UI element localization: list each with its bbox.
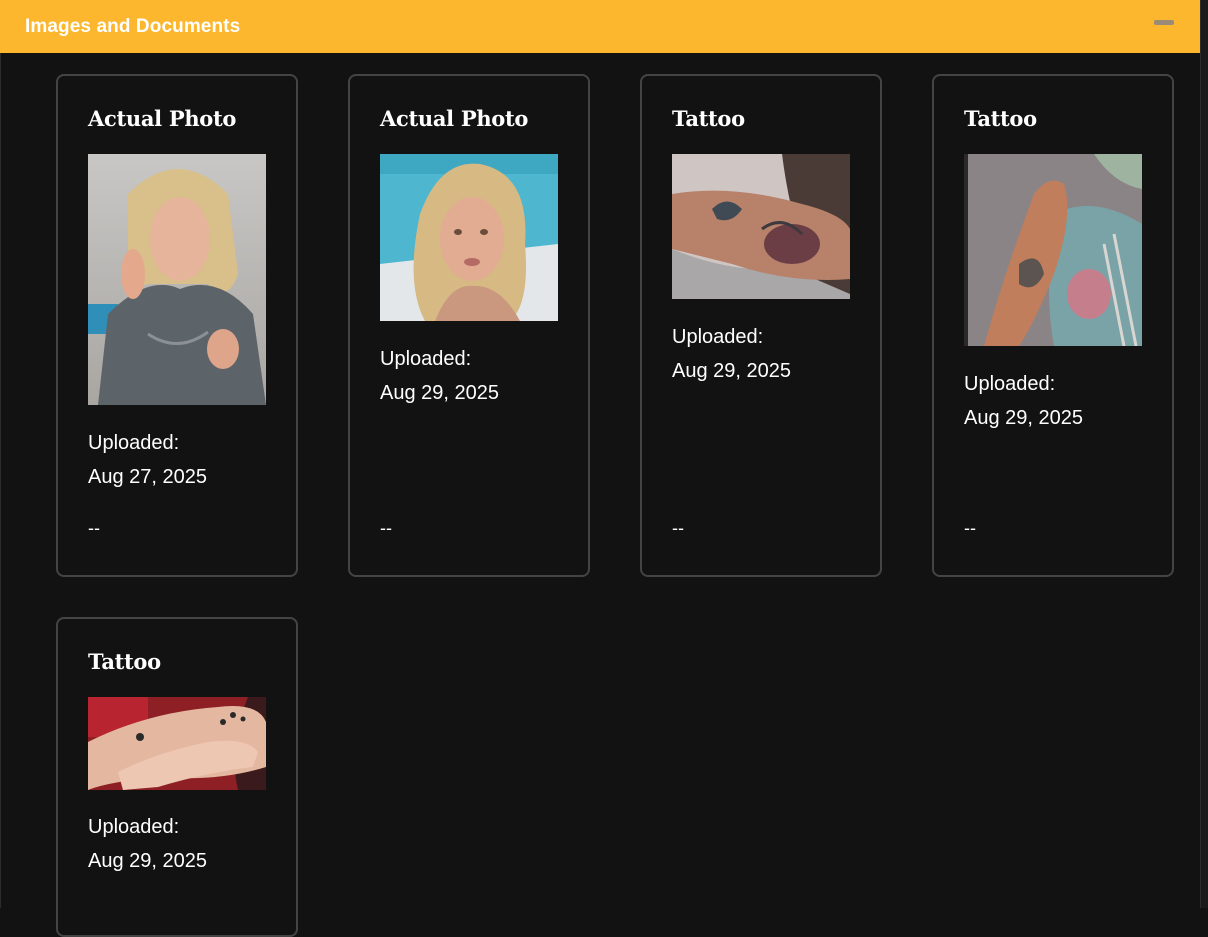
document-thumbnail[interactable] xyxy=(672,154,850,299)
panel-left-border xyxy=(0,53,1,908)
document-thumbnail[interactable] xyxy=(380,154,558,321)
card-note: -- xyxy=(88,518,100,538)
uploaded-date: Aug 29, 2025 xyxy=(380,382,499,404)
card-title: Actual Photo xyxy=(88,106,237,131)
document-thumbnail[interactable] xyxy=(88,697,266,790)
document-card[interactable]: Tattoo Uploaded: Aug 29, 2025 -- xyxy=(640,74,882,577)
uploaded-date: Aug 29, 2025 xyxy=(964,407,1083,429)
collapse-button[interactable] xyxy=(1154,14,1174,30)
panel-title: Images and Documents xyxy=(25,15,241,37)
uploaded-date: Aug 29, 2025 xyxy=(88,850,207,872)
document-card[interactable]: Tattoo Uploaded: Aug 29, 2025 -- xyxy=(932,74,1174,577)
document-thumbnail[interactable] xyxy=(88,154,266,405)
card-note: -- xyxy=(380,518,392,538)
uploaded-label: Uploaded: xyxy=(964,373,1056,395)
document-card[interactable]: Actual Photo Uploaded: Aug 27, 2025 -- xyxy=(56,74,298,577)
uploaded-label: Uploaded: xyxy=(88,432,180,454)
panel-header[interactable]: Images and Documents xyxy=(0,0,1200,53)
scrollbar-track[interactable] xyxy=(1200,0,1208,908)
document-card[interactable]: Actual Photo Uploaded: Aug 29, 2025 -- xyxy=(348,74,590,577)
minus-icon xyxy=(1154,19,1174,25)
card-title: Tattoo xyxy=(964,106,1037,131)
card-title: Tattoo xyxy=(672,106,745,131)
uploaded-date: Aug 29, 2025 xyxy=(672,360,791,382)
uploaded-label: Uploaded: xyxy=(380,348,472,370)
card-note: -- xyxy=(672,518,684,538)
card-title: Actual Photo xyxy=(380,106,529,131)
card-title: Tattoo xyxy=(88,649,161,674)
card-note: -- xyxy=(964,518,976,538)
document-thumbnail[interactable] xyxy=(964,154,1142,346)
uploaded-date: Aug 27, 2025 xyxy=(88,466,207,488)
uploaded-label: Uploaded: xyxy=(88,816,180,838)
uploaded-label: Uploaded: xyxy=(672,326,764,348)
document-card[interactable]: Tattoo Uploaded: Aug 29, 2025 xyxy=(56,617,298,937)
